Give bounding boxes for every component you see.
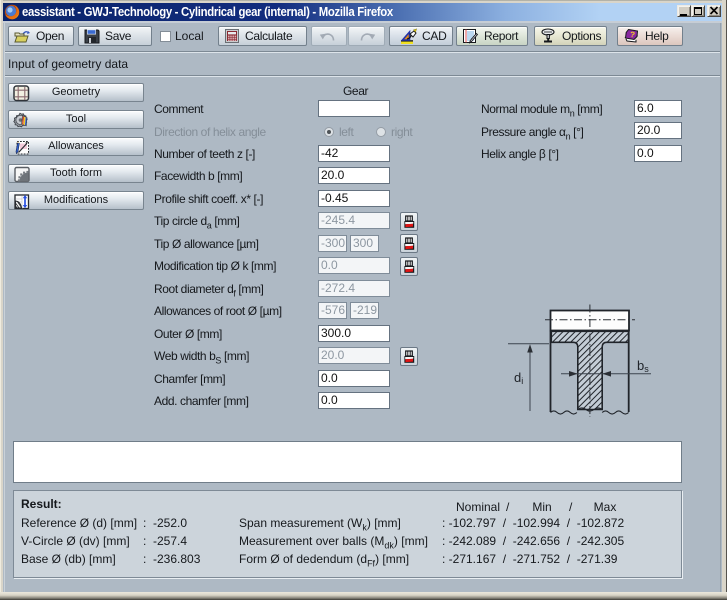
svg-text:bs: bs [637,358,649,374]
svg-text:di: di [514,370,523,386]
